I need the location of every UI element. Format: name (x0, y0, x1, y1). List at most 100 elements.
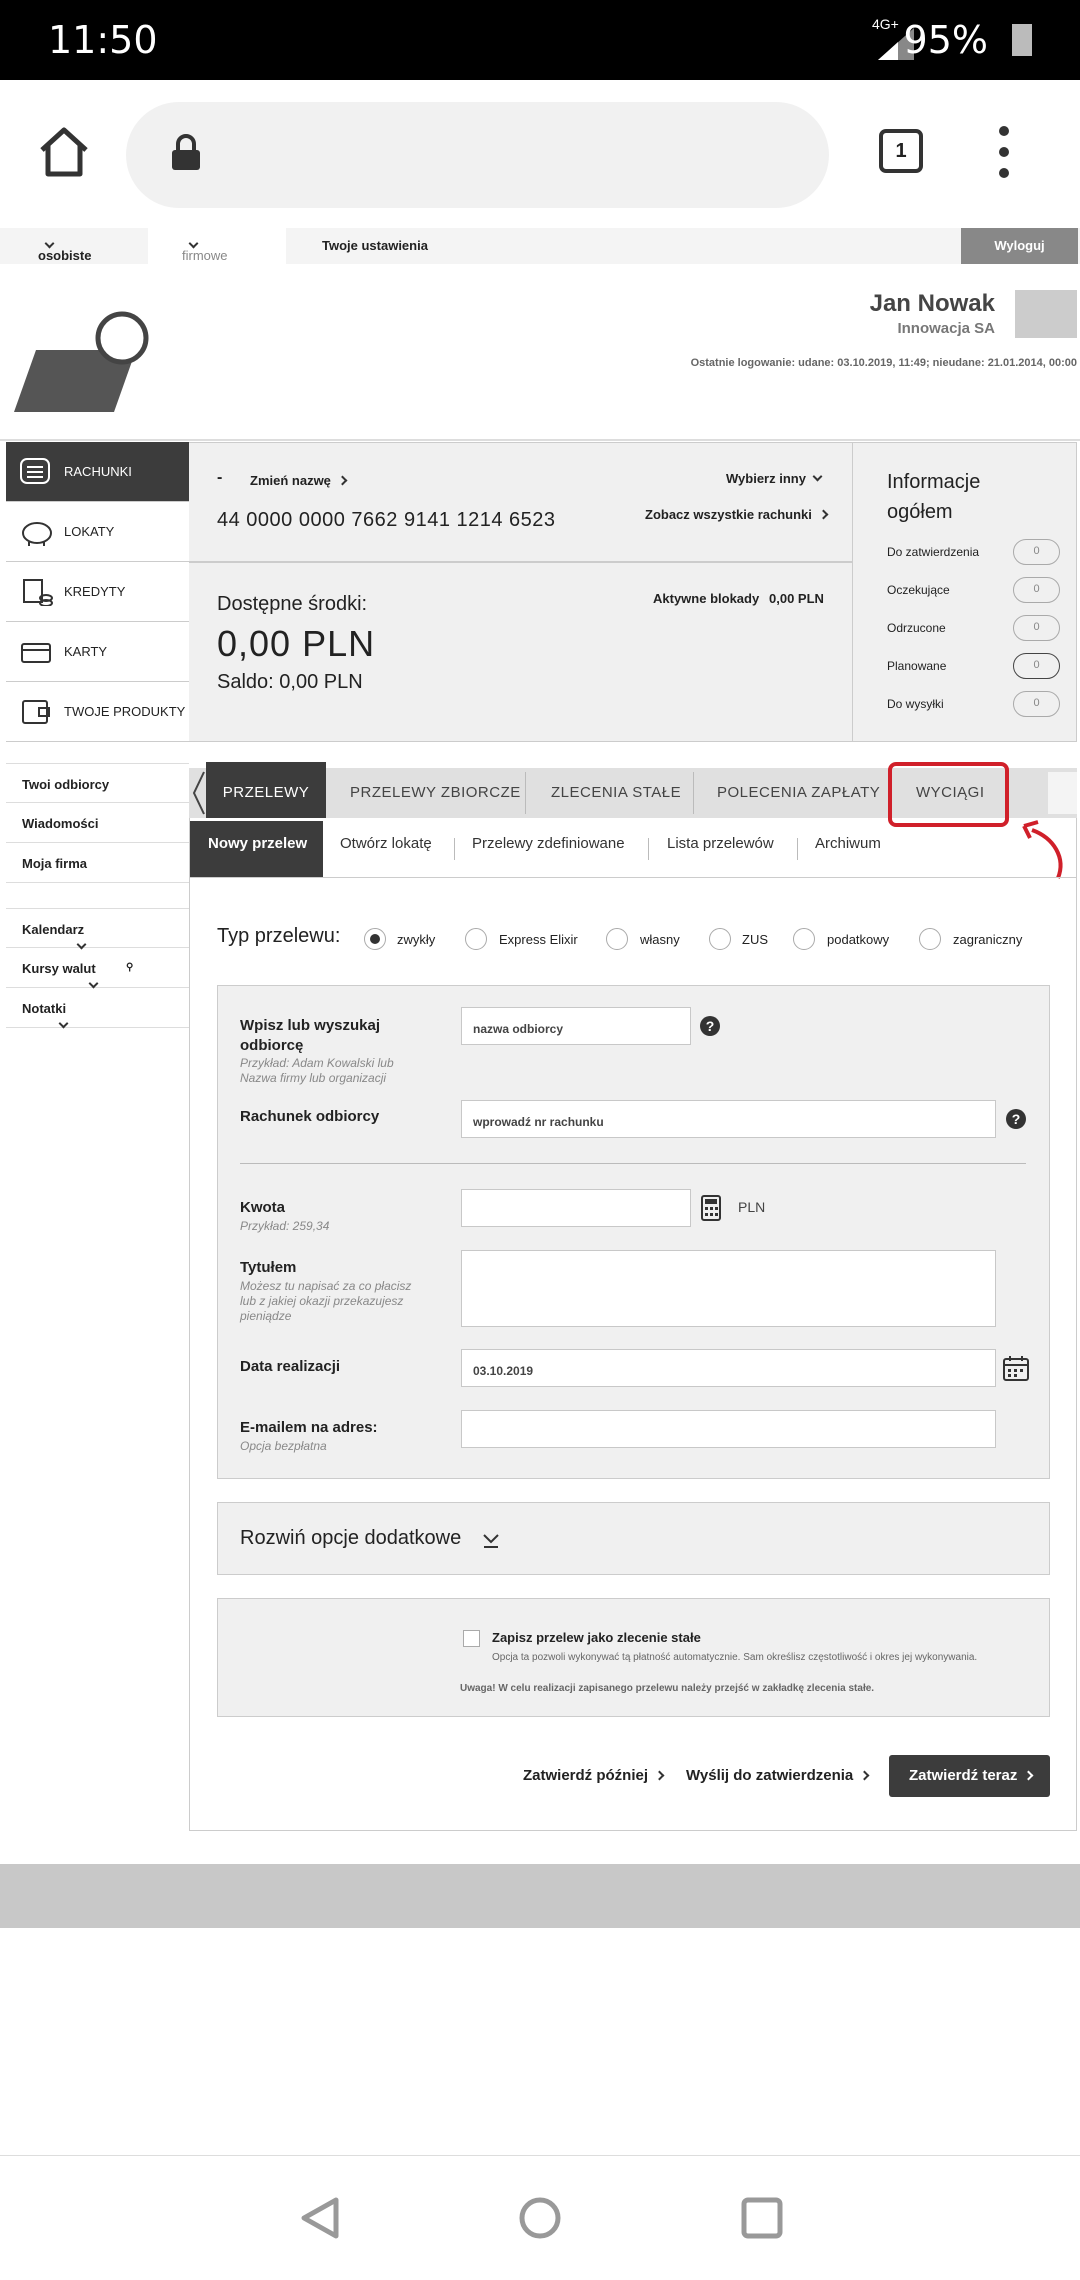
sidebar-item-accounts[interactable]: RACHUNKI (6, 442, 189, 502)
date-label: Data realizacji (240, 1358, 341, 1375)
chevron-down-icon (483, 1534, 499, 1548)
calendar-icon[interactable] (1003, 1355, 1029, 1381)
url-bar[interactable] (126, 102, 829, 208)
battery-percent: 95% (903, 18, 988, 62)
sidebar-widget-calendar[interactable]: Kalendarz (6, 908, 189, 950)
info-count-badge[interactable]: 0 (1013, 615, 1060, 641)
available-funds-label: Dostępne środki: (217, 593, 368, 615)
home-button-icon[interactable] (518, 2196, 562, 2240)
calculator-icon[interactable] (701, 1195, 721, 1221)
home-icon[interactable] (38, 126, 90, 178)
subtab-archive[interactable]: Archiwum (815, 835, 881, 852)
subtab-new-transfer[interactable]: Nowy przelew (208, 835, 307, 852)
info-count-badge[interactable]: 0 (1013, 653, 1060, 679)
email-hint: Opcja bezpłatna (240, 1439, 327, 1453)
sidebar-widget-notes[interactable]: Notatki (6, 988, 189, 1029)
help-icon[interactable]: ? (1006, 1109, 1026, 1129)
radio-foreign[interactable] (919, 928, 941, 950)
date-input[interactable]: 03.10.2019 (461, 1349, 996, 1387)
radio-own[interactable] (606, 928, 628, 950)
logout-button[interactable]: Wyloguj (961, 228, 1078, 264)
sidebar-item-deposits[interactable]: LOKATY (6, 502, 189, 562)
sidebar-widget-currency[interactable]: Kursy walut ⚲ (6, 948, 189, 989)
lock-icon (172, 134, 200, 170)
help-icon[interactable]: ? (700, 1016, 720, 1036)
available-funds-value: 0,00 PLN (217, 623, 376, 664)
tabs-count-button[interactable]: 1 (879, 129, 923, 173)
browser-toolbar: 1 (0, 80, 1080, 228)
status-time: 11:50 (48, 18, 158, 62)
title-textarea[interactable] (461, 1250, 996, 1327)
info-row-label: Do zatwierdzenia (887, 545, 980, 559)
standing-order-label: Zapisz przelew jako zlecenie stałe (492, 1630, 701, 1645)
more-menu-icon[interactable] (996, 124, 1012, 180)
piggy-bank-icon (22, 522, 52, 546)
battery-icon (1012, 24, 1032, 56)
info-row-label: Do wysyłki (887, 697, 944, 711)
account-number: 44 0000 0000 7662 9141 1214 6523 (217, 509, 556, 531)
recipient-input[interactable]: nazwa odbiorcy (461, 1007, 691, 1045)
approve-now-button[interactable]: Zatwierdź teraz (889, 1755, 1050, 1797)
nav-settings[interactable]: Twoje ustawienia (322, 238, 428, 253)
info-row-label: Oczekujące (887, 583, 950, 597)
balance-value: Saldo: 0,00 PLN (217, 671, 363, 693)
tab-transfers[interactable]: PRZELEWY (206, 762, 326, 818)
info-count-badge[interactable]: 0 (1013, 577, 1060, 603)
standing-order-box: Zapisz przelew jako zlecenie stałe Opcja… (217, 1598, 1050, 1717)
rename-link[interactable]: Zmień nazwę (250, 473, 348, 488)
info-title: Informacje ogółem (887, 471, 981, 523)
sidebar-item-your-products[interactable]: TWOJE PRODUKTY (6, 682, 189, 742)
radio-express-elixir[interactable] (465, 928, 487, 950)
recipient-hint: Przykład: Adam Kowalski lub Nazwa firmy … (240, 1056, 394, 1085)
subtab-defined-transfers[interactable]: Przelewy zdefiniowane (472, 835, 625, 852)
amount-input[interactable] (461, 1189, 691, 1227)
card-icon (21, 643, 51, 663)
sidebar-item-cards[interactable]: KARTY (6, 622, 189, 682)
list-icon (20, 458, 50, 484)
sidebar-link-my-company[interactable]: Moja firma (6, 843, 189, 883)
nav-personal[interactable]: osobiste (38, 238, 91, 263)
approve-later-button[interactable]: Zatwierdź później (523, 1767, 665, 1784)
recents-icon[interactable] (740, 2196, 784, 2240)
top-nav: osobiste firmowe Twoje ustawienia Wylogu… (0, 228, 1080, 264)
radio-label: zagraniczny (953, 932, 1023, 947)
account-input[interactable]: wprowadź nr rachunku (461, 1100, 996, 1138)
extra-options-toggle[interactable]: Rozwiń opcje dodatkowe (217, 1502, 1050, 1575)
back-icon[interactable] (298, 2196, 342, 2240)
recipient-label: Wpisz lub wyszukaj odbiorcę (240, 1017, 381, 1054)
radio-zus[interactable] (709, 928, 731, 950)
bank-logo (14, 311, 149, 412)
subtab-transfer-list[interactable]: Lista przelewów (667, 835, 774, 852)
info-count-badge[interactable]: 0 (1013, 539, 1060, 565)
last-login: Ostatnie logowanie: udane: 03.10.2019, 1… (690, 357, 1077, 369)
radio-tax[interactable] (793, 928, 815, 950)
choose-other-account[interactable]: Wybierz inny (726, 471, 823, 486)
info-count-badge[interactable]: 0 (1013, 691, 1060, 717)
tab-direct-debits[interactable]: POLECENIA ZAPŁATY (717, 768, 880, 818)
radio-label: zwykły (397, 932, 436, 947)
sidebar-item-loans[interactable]: KREDYTY (6, 562, 189, 622)
tab-bulk-transfers[interactable]: PRZELEWY ZBIORCZE (350, 768, 521, 818)
sidebar-link-recipients[interactable]: Twoi odbiorcy (6, 763, 189, 803)
account-name: - (217, 469, 223, 486)
see-all-accounts-link[interactable]: Zobacz wszystkie rachunki (645, 507, 829, 522)
account-panel: - Zmień nazwę Wybierz inny 44 0000 0000 … (189, 442, 852, 742)
send-for-approval-button[interactable]: Wyślij do zatwierdzenia (686, 1767, 870, 1784)
radio-label: ZUS (742, 932, 768, 947)
radio-regular[interactable] (364, 928, 386, 950)
subtab-open-deposit[interactable]: Otwórz lokatę (340, 835, 432, 852)
title-label: Tytułem (240, 1259, 297, 1276)
tab-statements[interactable]: WYCIĄGI (916, 768, 985, 818)
active-blocks-label: Aktywne blokady (653, 591, 760, 606)
wallet-icon (22, 700, 50, 724)
standing-order-checkbox[interactable] (463, 1630, 480, 1647)
sidebar-link-messages[interactable]: Wiadomości (6, 803, 189, 843)
standing-order-desc: Opcja ta pozwoli wykonywać tą płatność a… (492, 1652, 978, 1663)
email-input[interactable] (461, 1410, 996, 1448)
account-label: Rachunek odbiorcy (240, 1108, 380, 1125)
standing-order-warning: Uwaga! W celu realizacji zapisanego prze… (460, 1683, 875, 1694)
search-icon[interactable]: ⚲ (126, 962, 133, 973)
tab-standing-orders[interactable]: ZLECENIA STAŁE (551, 768, 681, 818)
nav-business[interactable]: firmowe (182, 238, 228, 263)
avatar[interactable] (1015, 290, 1077, 338)
